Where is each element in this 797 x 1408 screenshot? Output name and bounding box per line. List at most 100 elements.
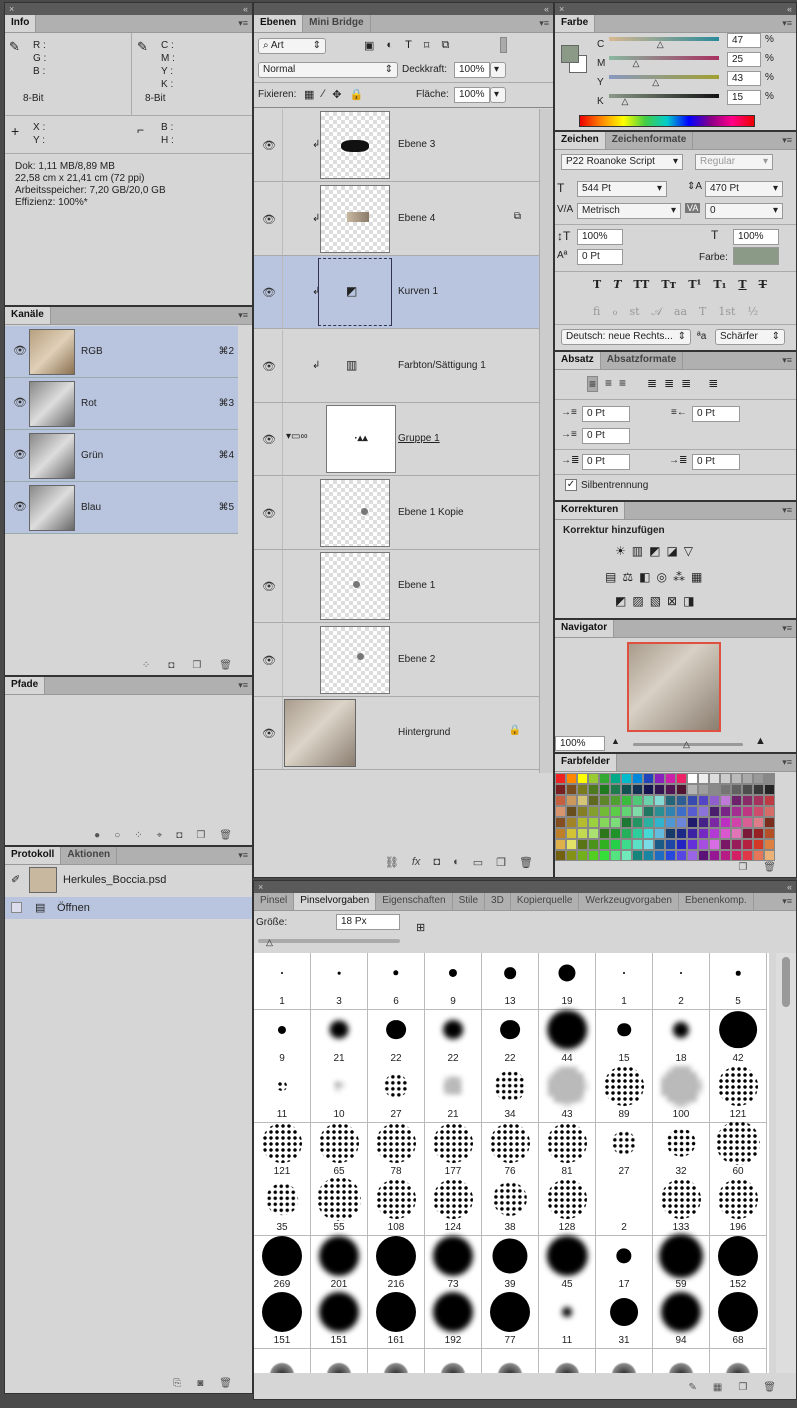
brush-preset[interactable]: 121 [710,1066,767,1123]
brush-preset[interactable]: 43 [539,1066,596,1123]
cmyk-slider[interactable]: △ [609,75,719,87]
color-swatch[interactable] [731,850,742,861]
cmyk-input[interactable]: 43 [727,71,761,86]
color-swatch[interactable] [577,828,588,839]
align-right-icon[interactable]: ≡ [619,376,626,392]
language-select[interactable]: Deutsch: neue Rechts... ⇕ [561,329,691,345]
tab-paragraph-styles[interactable]: Absatzformate [601,352,684,369]
color-swatch[interactable] [720,784,731,795]
color-swatch[interactable] [720,817,731,828]
fx-icon[interactable]: fx [412,856,421,869]
color-swatch[interactable] [698,828,709,839]
titling-icon[interactable]: T [699,305,706,319]
discretionary-ligatures-icon[interactable]: st [629,305,639,319]
slider-thumb[interactable]: △ [652,77,659,88]
panel-menu-icon[interactable]: ▾≡ [238,310,248,321]
brush-preset[interactable]: 17 [596,1235,653,1293]
brush-preset[interactable]: 55 [311,1177,368,1236]
layer-name[interactable]: Ebene 4 [398,213,435,224]
color-swatch[interactable] [742,784,753,795]
color-swatch[interactable] [753,817,764,828]
brush-preset[interactable]: 27 [596,1122,653,1180]
posterize-icon[interactable]: ▨ [632,594,643,608]
trash-icon[interactable]: 🗑 [519,856,533,869]
color-swatch[interactable] [665,784,676,795]
history-brush-icon[interactable]: ✐ [11,873,20,886]
color-swatch[interactable] [610,817,621,828]
color-swatch[interactable] [566,773,577,784]
horizontal-scale-input[interactable]: 100% [733,229,779,245]
brush-preset[interactable]: 6 [368,953,425,1010]
color-swatch[interactable] [577,839,588,850]
color-swatch[interactable] [621,795,632,806]
color-swatch[interactable] [709,784,720,795]
panel-menu-icon[interactable]: ▾≡ [782,757,792,768]
color-swatch[interactable] [621,839,632,850]
panel-menu-icon[interactable]: ▾≡ [782,623,792,634]
eye-icon[interactable]: 👁 [262,433,276,446]
tab-info[interactable]: Info [5,15,37,32]
color-swatch[interactable] [698,773,709,784]
color-swatch[interactable] [577,784,588,795]
align-center-icon[interactable]: ≡ [605,376,612,392]
brush-preset[interactable]: 44 [539,1009,596,1067]
color-swatch[interactable] [621,806,632,817]
brush-panel-icon[interactable]: ▦ [713,1382,722,1393]
channel-mixer-icon[interactable]: ⁂ [673,570,685,584]
brush-preset[interactable]: 22 [368,1009,425,1067]
color-swatch[interactable] [742,817,753,828]
brush-preset[interactable] [254,1348,311,1373]
brush-preset[interactable] [311,1348,368,1373]
color-swatch[interactable] [654,839,665,850]
brush-preset[interactable]: 151 [254,1292,311,1349]
color-swatch[interactable] [665,795,676,806]
brush-preset[interactable]: 152 [710,1235,767,1293]
threshold-icon[interactable]: ▧ [650,594,661,608]
brush-preset[interactable]: 201 [311,1235,368,1293]
brush-size-slider[interactable]: △ [258,937,400,947]
panel-topbar[interactable]: × « [555,3,796,15]
layer-row[interactable]: 👁 Ebene 1 Kopie [254,476,539,550]
tab-brush-0[interactable]: Pinsel [254,893,295,910]
color-swatch[interactable] [731,806,742,817]
fill-input[interactable]: 100% [454,87,490,103]
panel-topbar[interactable]: « [254,3,553,15]
lock-all-icon[interactable]: 🔒 [349,88,363,101]
color-swatch[interactable] [654,817,665,828]
panel-menu-icon[interactable]: ▾≡ [782,355,792,366]
brush-preset[interactable]: 108 [368,1179,425,1236]
color-swatch[interactable] [665,806,676,817]
color-swatch[interactable] [577,795,588,806]
color-swatch[interactable] [599,828,610,839]
brush-preset[interactable]: 9 [425,953,482,1010]
color-swatch[interactable] [731,795,742,806]
folder-icon[interactable]: ▭ [473,856,483,869]
color-swatch[interactable] [720,773,731,784]
brush-preset[interactable]: 68 [710,1292,767,1349]
mask-icon[interactable]: ◘ [176,830,182,841]
color-swatch[interactable] [632,839,643,850]
color-swatch[interactable] [588,806,599,817]
vibrance-icon[interactable]: ▽ [684,544,693,558]
swash-icon[interactable]: 𝒜 [652,305,662,319]
color-swatch[interactable] [610,828,621,839]
layer-name[interactable]: Ebene 3 [398,139,435,150]
color-swatch[interactable] [577,850,588,861]
folder-icon[interactable]: ▾▭∞ [286,431,308,442]
panel-topbar[interactable]: × « [5,3,252,15]
brush-preset[interactable]: 124 [425,1179,482,1236]
color-swatch[interactable] [621,773,632,784]
mask-icon[interactable]: ◘ [433,856,440,869]
brush-preset[interactable]: 31 [596,1292,653,1349]
baseline-shift-input[interactable]: 0 Pt [577,249,623,265]
color-swatch[interactable] [720,839,731,850]
subscript-icon[interactable]: T₁ [713,278,726,291]
brush-preset[interactable]: 121 [254,1122,311,1180]
collapse-icon[interactable]: « [787,4,792,14]
eye-icon[interactable]: 👁 [262,580,276,593]
color-swatch[interactable] [555,850,566,861]
color-swatch[interactable] [566,806,577,817]
brush-toggle-icon[interactable]: ✎ [688,1382,696,1393]
panel-menu-icon[interactable]: ▾≡ [782,505,792,516]
brush-preset[interactable]: 39 [482,1235,539,1293]
